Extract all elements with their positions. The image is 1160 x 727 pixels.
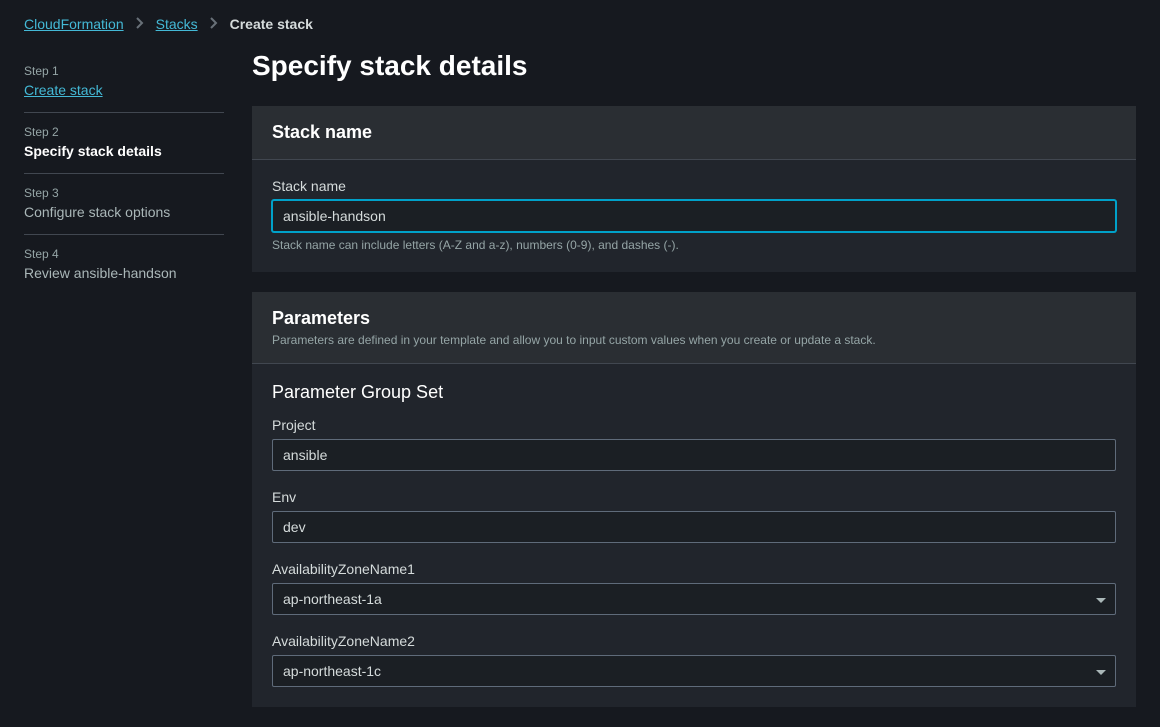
stack-name-panel: Stack name Stack name Stack name can inc… [252,106,1136,272]
stack-name-label: Stack name [272,178,1116,194]
step-3: Step 3 Configure stack options [24,174,224,235]
wizard-steps: Step 1 Create stack Step 2 Specify stack… [24,40,224,727]
step-1-label[interactable]: Create stack [24,82,224,98]
az1-label: AvailabilityZoneName1 [272,561,1116,577]
step-3-label: Configure stack options [24,204,224,220]
stack-name-input[interactable] [272,200,1116,232]
parameters-panel-subtitle: Parameters are defined in your template … [272,333,1116,347]
stack-name-hint: Stack name can include letters (A-Z and … [272,238,1116,252]
step-2-label: Specify stack details [24,143,224,159]
env-input[interactable] [272,511,1116,543]
stack-name-panel-title: Stack name [272,122,1116,143]
env-label: Env [272,489,1116,505]
step-2: Step 2 Specify stack details [24,113,224,174]
breadcrumb-current: Create stack [230,16,313,32]
breadcrumb-cloudformation[interactable]: CloudFormation [24,16,124,32]
az1-select[interactable]: ap-northeast-1a [272,583,1116,615]
step-1[interactable]: Step 1 Create stack [24,52,224,113]
step-4: Step 4 Review ansible-handson [24,235,224,295]
project-label: Project [272,417,1116,433]
az2-select[interactable]: ap-northeast-1c [272,655,1116,687]
az2-label: AvailabilityZoneName2 [272,633,1116,649]
breadcrumb-stacks[interactable]: Stacks [156,16,198,32]
chevron-right-icon [210,17,218,32]
breadcrumb: CloudFormation Stacks Create stack [0,0,1160,40]
parameters-panel-title: Parameters [272,308,1116,329]
project-input[interactable] [272,439,1116,471]
parameters-panel: Parameters Parameters are defined in you… [252,292,1136,707]
page-title: Specify stack details [252,50,1136,82]
chevron-right-icon [136,17,144,32]
parameter-group-title: Parameter Group Set [272,382,1116,403]
step-4-label: Review ansible-handson [24,265,224,281]
